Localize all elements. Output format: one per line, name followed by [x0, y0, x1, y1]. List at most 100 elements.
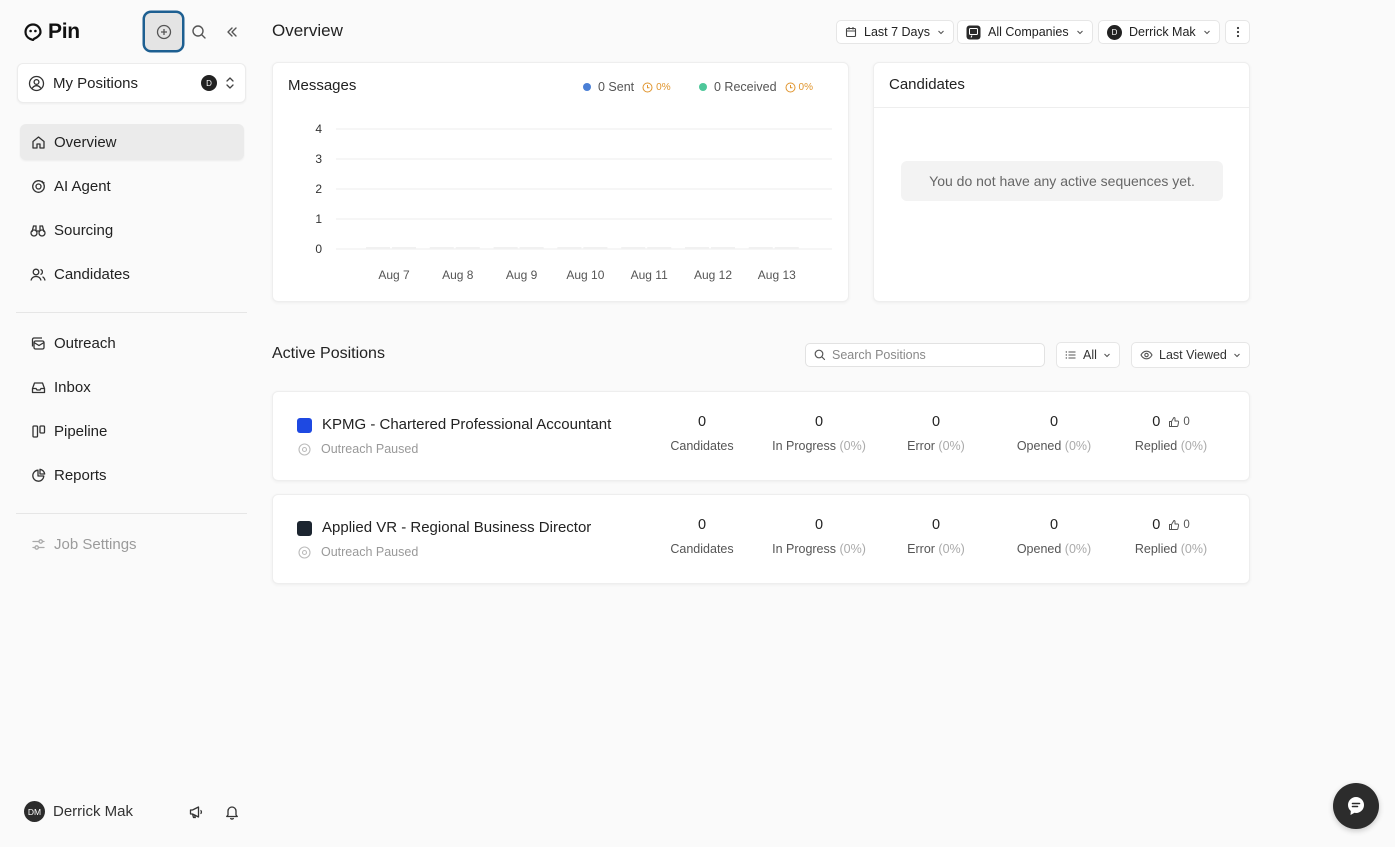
stat-label-text: Candidates	[670, 542, 734, 556]
bar-received	[774, 247, 799, 249]
stat-value: 0	[931, 414, 941, 430]
paused-icon	[298, 442, 311, 456]
card-divider	[874, 107, 1249, 108]
stat-label: Error (0%)	[876, 542, 996, 556]
stat-value: 0	[814, 414, 824, 430]
stat-value: 0	[1152, 414, 1161, 430]
stat-value: 0	[1049, 414, 1059, 430]
stat-label: In Progress (0%)	[759, 542, 879, 556]
stat-pct: (0%)	[1180, 542, 1208, 556]
stat-value: 0	[1152, 517, 1161, 533]
x-tick-label: Aug 7	[378, 268, 410, 282]
y-tick-label: 0	[315, 242, 322, 256]
position-status: Outreach Paused	[298, 545, 418, 559]
position-name[interactable]: Applied VR - Regional Business Director	[322, 519, 591, 536]
stat-opened: 0 Opened (0%)	[994, 517, 1114, 556]
sort-select[interactable]: Last Viewed	[1131, 342, 1250, 368]
stat-label: Candidates	[642, 439, 762, 453]
stat-label-text: Opened	[1016, 439, 1062, 453]
stat-label-text: Error	[907, 542, 935, 556]
stat-label-text: In Progress	[772, 439, 837, 453]
search-icon	[814, 349, 826, 361]
stat-error: 0 Error (0%)	[876, 517, 996, 556]
stat-label-text: Replied	[1134, 439, 1178, 453]
stat-label: Error (0%)	[876, 439, 996, 453]
likes: 0	[1168, 519, 1190, 531]
stat-label: Candidates	[642, 542, 762, 556]
position-status: Outreach Paused	[298, 442, 418, 456]
stat-label: Opened (0%)	[994, 542, 1114, 556]
x-tick-label: Aug 9	[505, 268, 538, 282]
stat-pct: (0%)	[938, 439, 965, 453]
list-icon	[1065, 349, 1077, 361]
stat-value-row: 0 0	[1111, 517, 1231, 533]
x-tick-label: Aug 10	[566, 268, 605, 282]
thumbs-up-icon	[1168, 416, 1180, 428]
bar-sent	[493, 247, 518, 249]
bar-sent	[685, 247, 709, 249]
stat-label: In Progress (0%)	[759, 439, 879, 453]
stat-error: 0 Error (0%)	[876, 414, 996, 453]
likes-count: 0	[1183, 519, 1190, 531]
thumbs-up-icon	[1168, 519, 1180, 531]
status-filter-select[interactable]: All	[1056, 342, 1120, 368]
stat-value: 0	[697, 517, 707, 533]
stat-pct: (0%)	[1180, 439, 1208, 453]
x-tick-label: Aug 13	[757, 268, 796, 282]
bar-sent	[557, 247, 582, 249]
stat-replied: 0 0 Replied (0%)	[1111, 414, 1231, 453]
bar-received	[583, 247, 608, 249]
y-tick-label: 1	[315, 212, 322, 226]
stat-pct: (0%)	[1064, 542, 1092, 556]
kpmg-logo-icon	[297, 418, 312, 433]
bar-received	[392, 247, 416, 249]
stat-pct: (0%)	[938, 542, 965, 556]
bar-sent	[366, 247, 390, 249]
stat-value: 0	[931, 517, 941, 533]
stat-label: Opened (0%)	[994, 439, 1114, 453]
position-name[interactable]: KPMG - Chartered Professional Accountant	[322, 416, 611, 433]
stat-label-text: Candidates	[670, 439, 734, 453]
likes-count: 0	[1183, 416, 1190, 428]
status-label: Outreach Paused	[321, 545, 419, 559]
y-tick-label: 3	[315, 152, 322, 166]
stat-opened: 0 Opened (0%)	[994, 414, 1114, 453]
bar-sent	[621, 247, 646, 249]
stat-candidates: 0 Candidates	[642, 414, 762, 453]
stat-value: 0	[1049, 517, 1059, 533]
bar-received	[711, 247, 735, 249]
status-filter-label: All	[1083, 348, 1097, 362]
stat-label: Replied (0%)	[1111, 542, 1231, 556]
stat-label-text: Replied	[1134, 542, 1178, 556]
stat-pct: (0%)	[839, 542, 866, 556]
stat-label-text: In Progress	[772, 542, 837, 556]
eye-icon	[1140, 349, 1153, 361]
bar-sent	[748, 247, 773, 249]
stat-pct: (0%)	[1064, 439, 1092, 453]
stat-label-text: Opened	[1016, 542, 1062, 556]
bar-sent	[429, 247, 454, 249]
x-tick-label: Aug 12	[693, 268, 733, 282]
section-title: Active Positions	[272, 345, 385, 362]
search-positions-input[interactable]: Search Positions	[805, 343, 1045, 367]
stat-label: Replied (0%)	[1111, 439, 1231, 453]
y-tick-label: 2	[315, 182, 322, 196]
chevron-down-icon	[1103, 351, 1111, 359]
chevron-down-icon	[1233, 351, 1241, 359]
likes: 0	[1168, 416, 1190, 428]
sort-label: Last Viewed	[1159, 348, 1227, 362]
chat-icon	[1345, 795, 1367, 817]
applied-vr-logo-icon	[297, 521, 312, 536]
y-tick-label: 4	[315, 122, 322, 136]
stat-candidates: 0 Candidates	[642, 517, 762, 556]
stat-value-row: 0 0	[1111, 414, 1231, 430]
bar-received	[647, 247, 672, 249]
bar-received	[455, 247, 480, 249]
stat-value: 0	[697, 414, 707, 430]
stat-pct: (0%)	[839, 439, 866, 453]
stat-label-text: Error	[907, 439, 935, 453]
empty-state-message: You do not have any active sequences yet…	[901, 161, 1223, 201]
support-chat-button[interactable]	[1333, 783, 1379, 829]
candidates-title: Candidates	[889, 76, 965, 93]
stat-value: 0	[814, 517, 824, 533]
